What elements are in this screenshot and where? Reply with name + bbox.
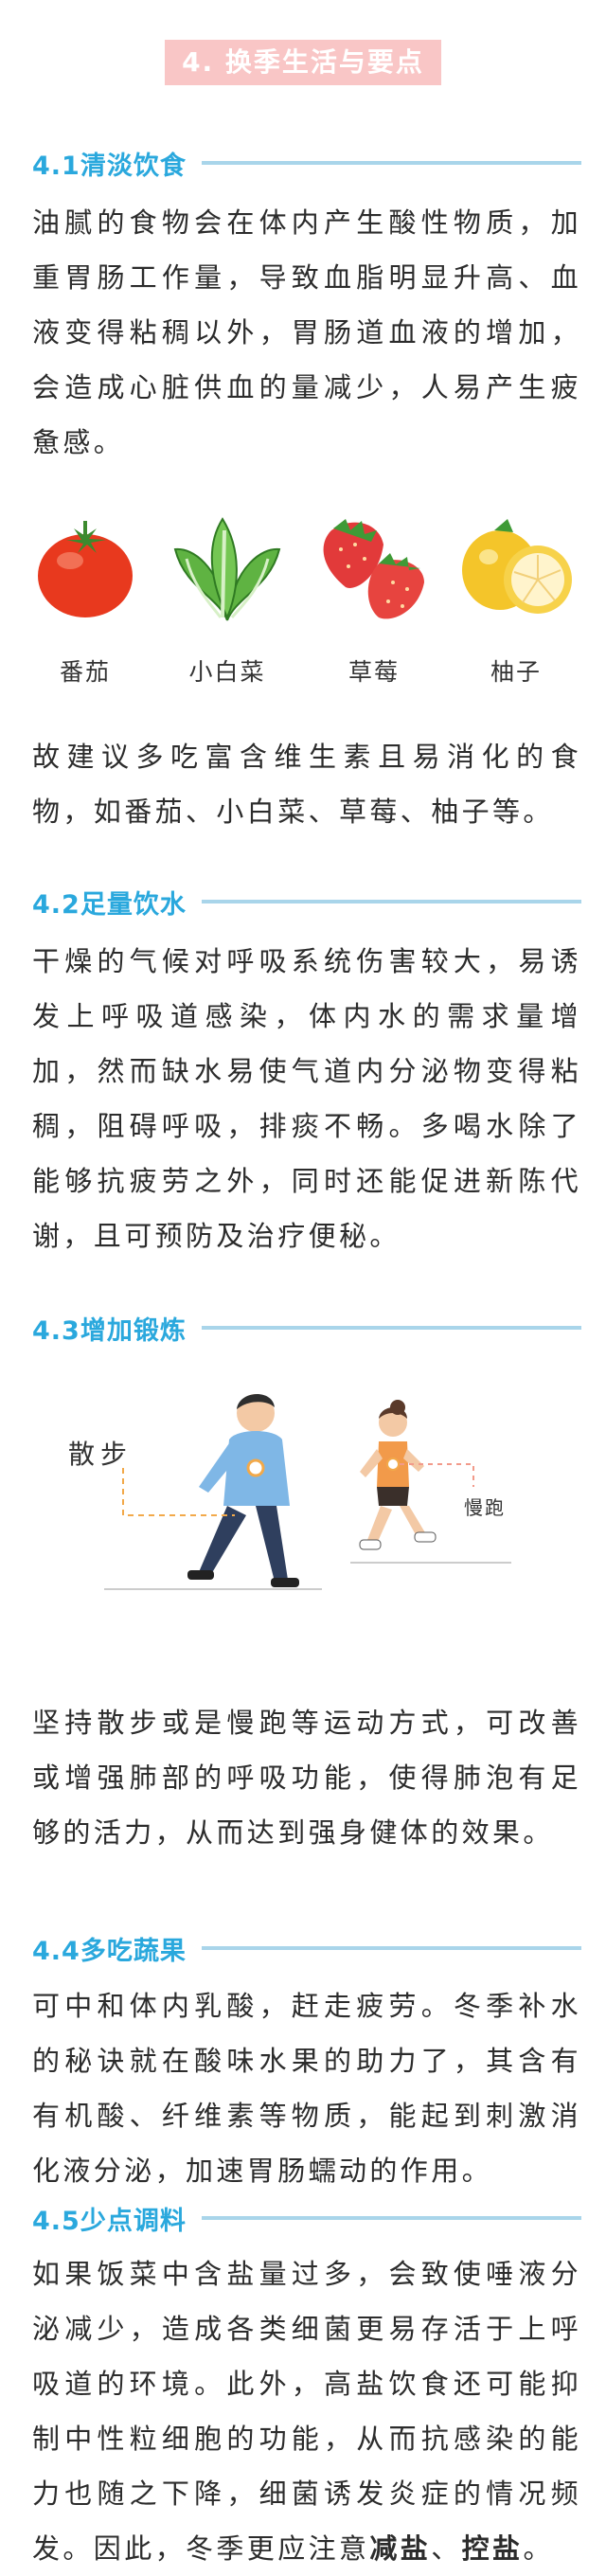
- section-text: 如果饭菜中含盐量过多，会致使唾液分泌减少，造成各类细菌更易存活于上呼吸道的环境。…: [32, 2246, 581, 2576]
- page-title: 4. 换季生活与要点: [165, 40, 441, 85]
- section-text: 干燥的气候对呼吸系统伤害较大，易诱发上呼吸道感染，体内水的需求量增加，然而缺水易…: [32, 945, 581, 1252]
- food-item-tomato: 番茄: [19, 511, 152, 688]
- section-header: 4.2足量饮水: [32, 881, 581, 922]
- strawberry-icon: [323, 519, 424, 619]
- section-rule: [201, 900, 581, 903]
- section-rule: [201, 1326, 581, 1330]
- emphasis-reduce-salt: 减盐: [369, 2532, 432, 2565]
- section-header: 4.3增加锻炼: [32, 1307, 581, 1349]
- sentence-end: 。: [523, 2532, 554, 2565]
- walk-label: 散步: [68, 1439, 134, 1470]
- section-rule: [201, 1946, 581, 1950]
- emphasis-control-salt: 控盐: [461, 2532, 524, 2565]
- section-heading: 4.3增加锻炼: [32, 1315, 187, 1346]
- walking-man-icon: [187, 1393, 299, 1587]
- food-illustrations: 番茄 小白菜 草莓 柚子: [19, 511, 587, 701]
- section-text: 坚持散步或是慢跑等运动方式，可改善或增强肺部的呼吸功能，使得肺泡有足够的活力，从…: [32, 1707, 581, 1849]
- pomelo-icon: [462, 519, 572, 614]
- food-item-pomelo: 柚子: [450, 511, 582, 688]
- food-item-strawberry: 草莓: [308, 511, 440, 688]
- section-text: 油腻的食物会在体内产生酸性物质，加重胃肠工作量，导致血脂明显升高、血液变得粘稠以…: [32, 206, 581, 458]
- title-wrap: 4. 换季生活与要点: [0, 40, 606, 85]
- food-item-bok-choy: 小白菜: [161, 511, 294, 688]
- bok-choy-icon: [173, 517, 281, 621]
- section-text: 可中和体内乳酸，赶走疲劳。冬季补水的秘诀就在酸味水果的助力了，其含有有机酸、纤维…: [32, 1990, 581, 2187]
- section-exercise-text: 坚持散步或是慢跑等运动方式，可改善或增强肺部的呼吸功能，使得肺泡有足够的活力，从…: [32, 1695, 581, 1860]
- section-less-seasoning: 4.5少点调料 如果饭菜中含盐量过多，会致使唾液分泌减少，造成各类细菌更易存活于…: [32, 2197, 581, 2576]
- section-heading: 4.2足量饮水: [32, 889, 187, 920]
- article-page: 4. 换季生活与要点 4.1清淡饮食 油腻的食物会在体内产生酸性物质，加重胃肠工…: [0, 0, 606, 2565]
- tomato-icon: [38, 521, 133, 617]
- section-fruits-vegetables: 4.4多吃蔬果 可中和体内乳酸，赶走疲劳。冬季补水的秘诀就在酸味水果的助力了，其…: [32, 1927, 581, 2198]
- section-text-body: 如果饭菜中含盐量过多，会致使唾液分泌减少，造成各类细菌更易存活于上呼吸道的环境。…: [32, 2258, 581, 2565]
- section-light-diet: 4.1清淡饮食 油腻的食物会在体内产生酸性物质，加重胃肠工作量，导致血脂明显升高…: [32, 142, 581, 470]
- food-label: 草莓: [348, 658, 400, 686]
- section-heading: 4.1清淡饮食: [32, 151, 187, 181]
- food-label: 番茄: [59, 658, 111, 686]
- section-text: 故建议多吃富含维生素且易消化的食物，如番茄、小白菜、草莓、柚子等。: [32, 741, 581, 828]
- section-exercise: 4.3增加锻炼: [32, 1307, 581, 1349]
- food-label: 小白菜: [188, 658, 266, 686]
- section-rule: [201, 2216, 581, 2220]
- section-drink-water: 4.2足量饮水 干燥的气候对呼吸系统伤害较大，易诱发上呼吸道感染，体内水的需求量…: [32, 881, 581, 1263]
- jogging-woman-icon: [359, 1400, 437, 1550]
- jog-label: 慢跑: [464, 1496, 506, 1519]
- exercise-illustration: 散步 慢跑: [66, 1373, 559, 1619]
- separator: 、: [431, 2532, 462, 2565]
- food-label: 柚子: [490, 658, 542, 686]
- section-header: 4.1清淡饮食: [32, 142, 581, 184]
- section-header: 4.4多吃蔬果: [32, 1927, 581, 1969]
- section-rule: [201, 161, 581, 165]
- section-light-diet-advice: 故建议多吃富含维生素且易消化的食物，如番茄、小白菜、草莓、柚子等。: [32, 729, 581, 839]
- section-heading: 4.4多吃蔬果: [32, 1936, 187, 1966]
- section-heading: 4.5少点调料: [32, 2206, 187, 2236]
- section-header: 4.5少点调料: [32, 2197, 581, 2239]
